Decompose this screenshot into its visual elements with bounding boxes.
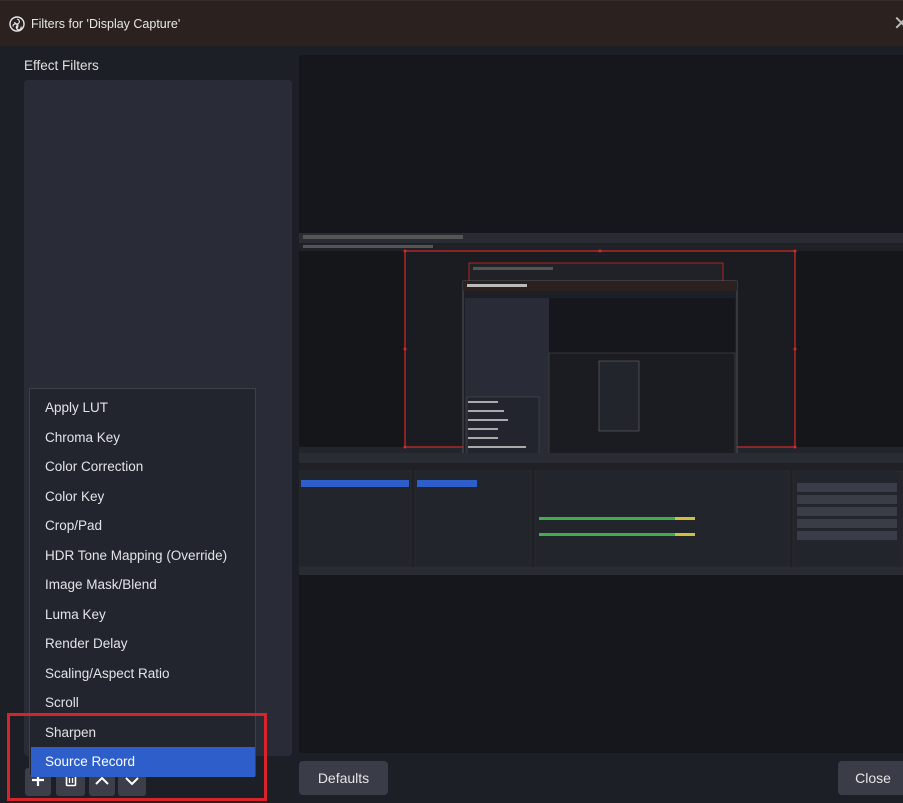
window-close-icon[interactable]: ✕ [893,11,903,36]
menu-item-sharpen[interactable]: Sharpen [31,718,255,748]
menu-item-image-mask-blend[interactable]: Image Mask/Blend [31,570,255,600]
menu-item-scroll[interactable]: Scroll [31,688,255,718]
add-filter-menu: Apply LUT Chroma Key Color Correction Co… [29,388,256,777]
menu-item-hdr-tone-mapping[interactable]: HDR Tone Mapping (Override) [31,541,255,571]
menu-item-render-delay[interactable]: Render Delay [31,629,255,659]
close-button[interactable]: Close [838,761,903,795]
effect-filters-label: Effect Filters [24,58,99,73]
preview-screen-image [299,233,903,575]
menu-item-crop-pad[interactable]: Crop/Pad [31,511,255,541]
window-title: Filters for 'Display Capture' [31,17,181,31]
obs-logo-icon [9,16,25,32]
menu-item-apply-lut[interactable]: Apply LUT [31,393,255,423]
defaults-button[interactable]: Defaults [299,761,388,795]
menu-item-scaling-aspect-ratio[interactable]: Scaling/Aspect Ratio [31,659,255,689]
menu-item-chroma-key[interactable]: Chroma Key [31,423,255,453]
source-preview [299,55,903,753]
menu-item-luma-key[interactable]: Luma Key [31,600,255,630]
menu-item-color-correction[interactable]: Color Correction [31,452,255,482]
title-bar: Filters for 'Display Capture' ✕ [0,0,903,46]
menu-item-source-record[interactable]: Source Record [31,747,255,777]
menu-item-color-key[interactable]: Color Key [31,482,255,512]
